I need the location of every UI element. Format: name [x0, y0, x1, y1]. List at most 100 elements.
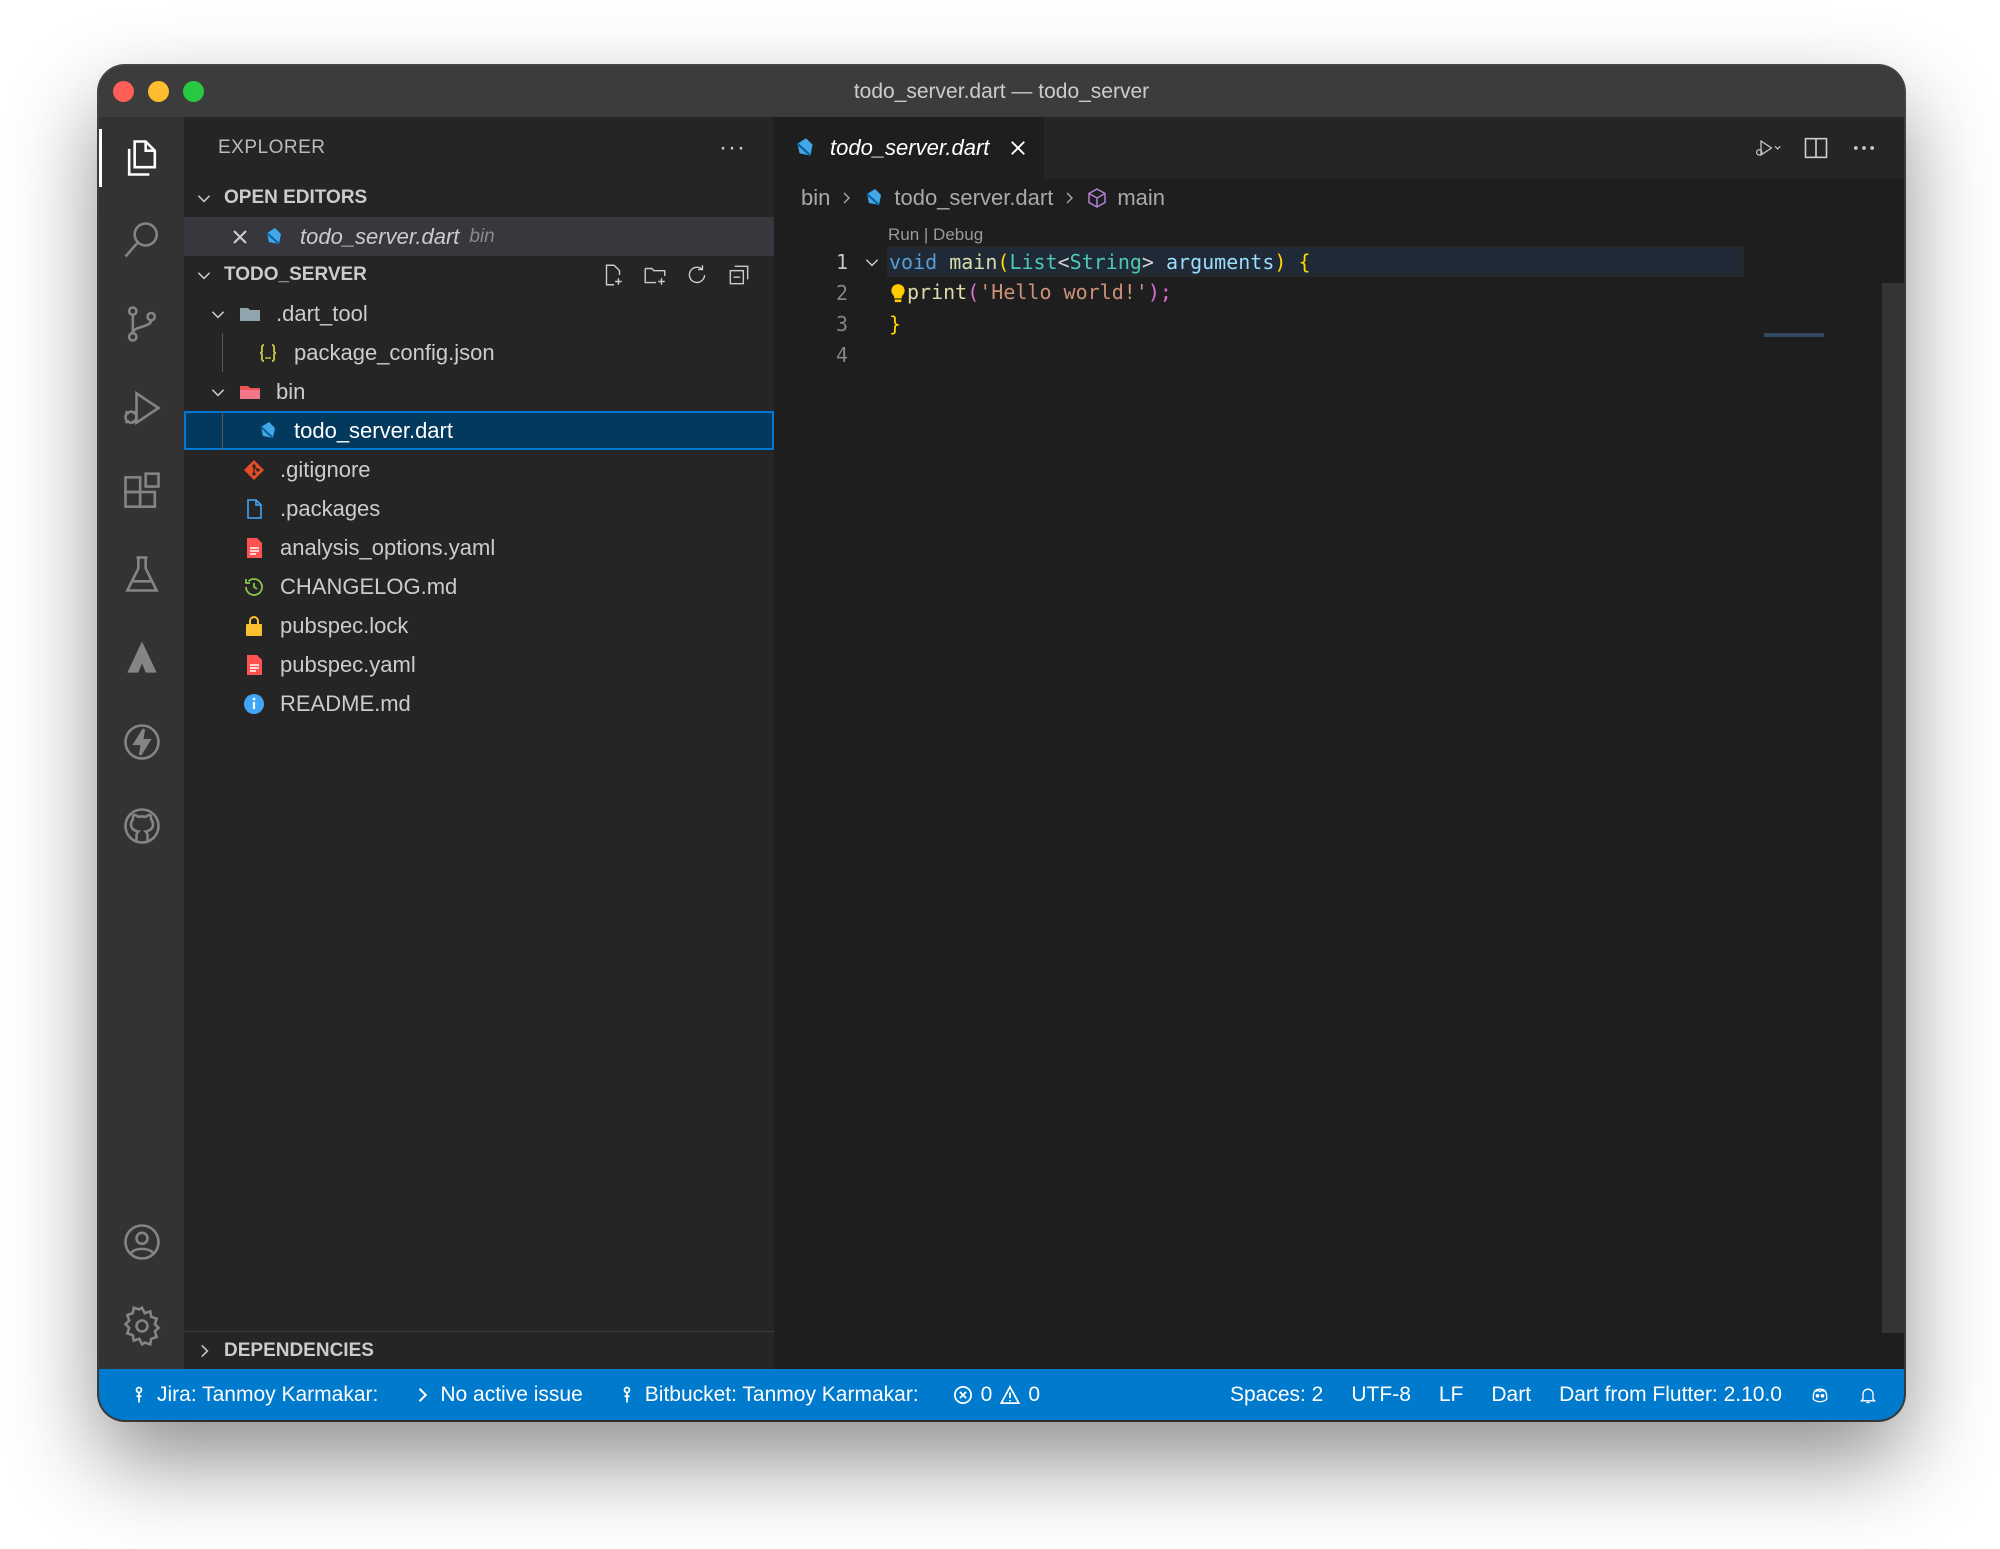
- lightbulb-icon[interactable]: [889, 283, 907, 305]
- minimap[interactable]: [1764, 333, 1824, 337]
- refresh-icon[interactable]: [684, 262, 710, 288]
- bitbucket-icon: [623, 1386, 631, 1402]
- sidebar-header: EXPLORER ···: [184, 117, 774, 179]
- dart-icon: [256, 419, 280, 443]
- info-icon: [242, 692, 266, 716]
- breadcrumb-symbol[interactable]: main: [1117, 185, 1165, 211]
- chevron-down-icon: [192, 186, 216, 210]
- split-editor-icon[interactable]: [1802, 134, 1830, 162]
- tree-item-bin[interactable]: bin: [184, 372, 774, 411]
- extensions-icon[interactable]: [99, 455, 184, 529]
- chevron-down-icon[interactable]: [863, 253, 881, 271]
- dependencies-label: DEPENDENCIES: [224, 1339, 374, 1361]
- folder-bin-icon: [238, 380, 262, 404]
- zoom-window-button[interactable]: [183, 81, 204, 102]
- chevron-right-icon: [1061, 190, 1077, 206]
- tree-item-dart-tool[interactable]: .dart_tool: [184, 294, 774, 333]
- open-editor-item[interactable]: todo_server.dart bin: [184, 217, 774, 256]
- run-debug-dropdown-icon[interactable]: [1754, 134, 1782, 162]
- notifications-bell-icon[interactable]: [1858, 1385, 1878, 1405]
- search-icon[interactable]: [99, 203, 184, 277]
- source-control-icon[interactable]: [99, 287, 184, 361]
- chevron-down-icon: [192, 263, 216, 287]
- json-icon: [256, 341, 280, 365]
- tab-todo-server-dart[interactable]: todo_server.dart: [774, 117, 1044, 179]
- line-number: 2: [835, 280, 848, 305]
- tree-item-label: .gitignore: [280, 456, 371, 482]
- tree-item-readme[interactable]: README.md: [184, 684, 774, 723]
- tree-item-label: .dart_tool: [276, 300, 368, 326]
- tree-item-package-config[interactable]: package_config.json: [184, 333, 774, 372]
- error-count: 0: [980, 1382, 993, 1406]
- tree-item-label: todo_server.dart: [294, 417, 453, 443]
- git-icon: [242, 458, 266, 482]
- explorer-actions: [600, 262, 774, 288]
- problems-status[interactable]: 0 0: [953, 1383, 1040, 1407]
- tree-item-gitignore[interactable]: .gitignore: [184, 450, 774, 489]
- scrollbar-thumb[interactable]: [1882, 283, 1904, 1333]
- chevron-right-icon: [192, 1339, 216, 1363]
- close-tab-icon[interactable]: [1008, 138, 1028, 158]
- settings-gear-icon[interactable]: [99, 1289, 184, 1363]
- chevron-right-icon: [838, 190, 854, 206]
- tree-item-label: analysis_options.yaml: [280, 534, 496, 560]
- more-actions-icon[interactable]: [1850, 134, 1878, 162]
- code-editor[interactable]: Run | Debug 1 void main(List<String> arg…: [774, 217, 1904, 1369]
- language-status[interactable]: Dart: [1491, 1383, 1531, 1407]
- run-debug-icon[interactable]: [99, 371, 184, 445]
- project-label: TODO_SERVER: [224, 264, 367, 285]
- code-text: print('Hello world!');: [889, 280, 1172, 305]
- active-issue-status[interactable]: No active issue: [412, 1383, 583, 1407]
- close-window-button[interactable]: [113, 81, 134, 102]
- warning-icon: [1000, 1384, 1021, 1404]
- project-section[interactable]: TODO_SERVER: [184, 256, 774, 294]
- tree-item-todo-server-dart[interactable]: todo_server.dart: [184, 411, 774, 450]
- dependencies-section[interactable]: DEPENDENCIES: [184, 1331, 774, 1369]
- sdk-status[interactable]: Dart from Flutter: 2.10.0: [1559, 1383, 1782, 1407]
- breadcrumb-file[interactable]: todo_server.dart: [894, 185, 1053, 211]
- status-bar-right: Spaces: 2 UTF-8 LF Dart Dart from Flutte…: [1230, 1383, 1904, 1407]
- title-bar: todo_server.dart — todo_server: [99, 66, 1904, 117]
- tree-item-pubspec-lock[interactable]: pubspec.lock: [184, 606, 774, 645]
- tree-item-pubspec-yaml[interactable]: pubspec.yaml: [184, 645, 774, 684]
- testing-icon[interactable]: [99, 537, 184, 611]
- open-editor-dir: bin: [469, 225, 495, 247]
- minimize-window-button[interactable]: [148, 81, 169, 102]
- new-folder-icon[interactable]: [642, 262, 668, 288]
- window-title: todo_server.dart — todo_server: [853, 79, 1150, 103]
- indentation-status[interactable]: Spaces: 2: [1230, 1383, 1323, 1407]
- accounts-icon[interactable]: [99, 1205, 184, 1279]
- indent-guide: [222, 411, 223, 450]
- sidebar-title: EXPLORER: [218, 137, 326, 158]
- code-text: }: [889, 311, 902, 336]
- new-file-icon[interactable]: [600, 262, 626, 288]
- encoding-status[interactable]: UTF-8: [1351, 1383, 1411, 1407]
- tree-item-analysis-options[interactable]: analysis_options.yaml: [184, 528, 774, 567]
- github-icon[interactable]: [99, 789, 184, 863]
- open-editors-section[interactable]: OPEN EDITORS: [184, 179, 774, 217]
- yaml-icon: [242, 653, 266, 677]
- jira-status[interactable]: Jira: Tanmoy Karmakar:: [129, 1383, 378, 1407]
- changelog-icon: [242, 575, 266, 599]
- bitbucket-status[interactable]: Bitbucket: Tanmoy Karmakar:: [617, 1383, 919, 1407]
- tree-item-label: pubspec.lock: [280, 612, 409, 638]
- tree-item-label: bin: [276, 378, 306, 404]
- thunder-icon[interactable]: [99, 705, 184, 779]
- eol-status[interactable]: LF: [1439, 1383, 1464, 1407]
- tree-item-changelog[interactable]: CHANGELOG.md: [184, 567, 774, 606]
- editor-actions: [1754, 117, 1878, 179]
- close-icon[interactable]: [228, 225, 252, 249]
- indent-guide: [222, 333, 223, 372]
- explorer-icon[interactable]: [99, 121, 184, 195]
- copilot-icon[interactable]: [1810, 1385, 1830, 1405]
- open-editor-filename: todo_server.dart: [300, 223, 460, 249]
- atlassian-icon[interactable]: [99, 621, 184, 695]
- breadcrumb-folder[interactable]: bin: [801, 185, 830, 211]
- more-actions-icon[interactable]: ···: [719, 134, 746, 162]
- lock-icon: [242, 614, 266, 638]
- codelens-run-debug[interactable]: Run | Debug: [888, 225, 983, 245]
- vscode-window: todo_server.dart — todo_server EXPLORER …: [99, 66, 1904, 1420]
- code-line: 3 }: [774, 308, 1904, 339]
- tree-item-packages[interactable]: .packages: [184, 489, 774, 528]
- collapse-all-icon[interactable]: [726, 262, 752, 288]
